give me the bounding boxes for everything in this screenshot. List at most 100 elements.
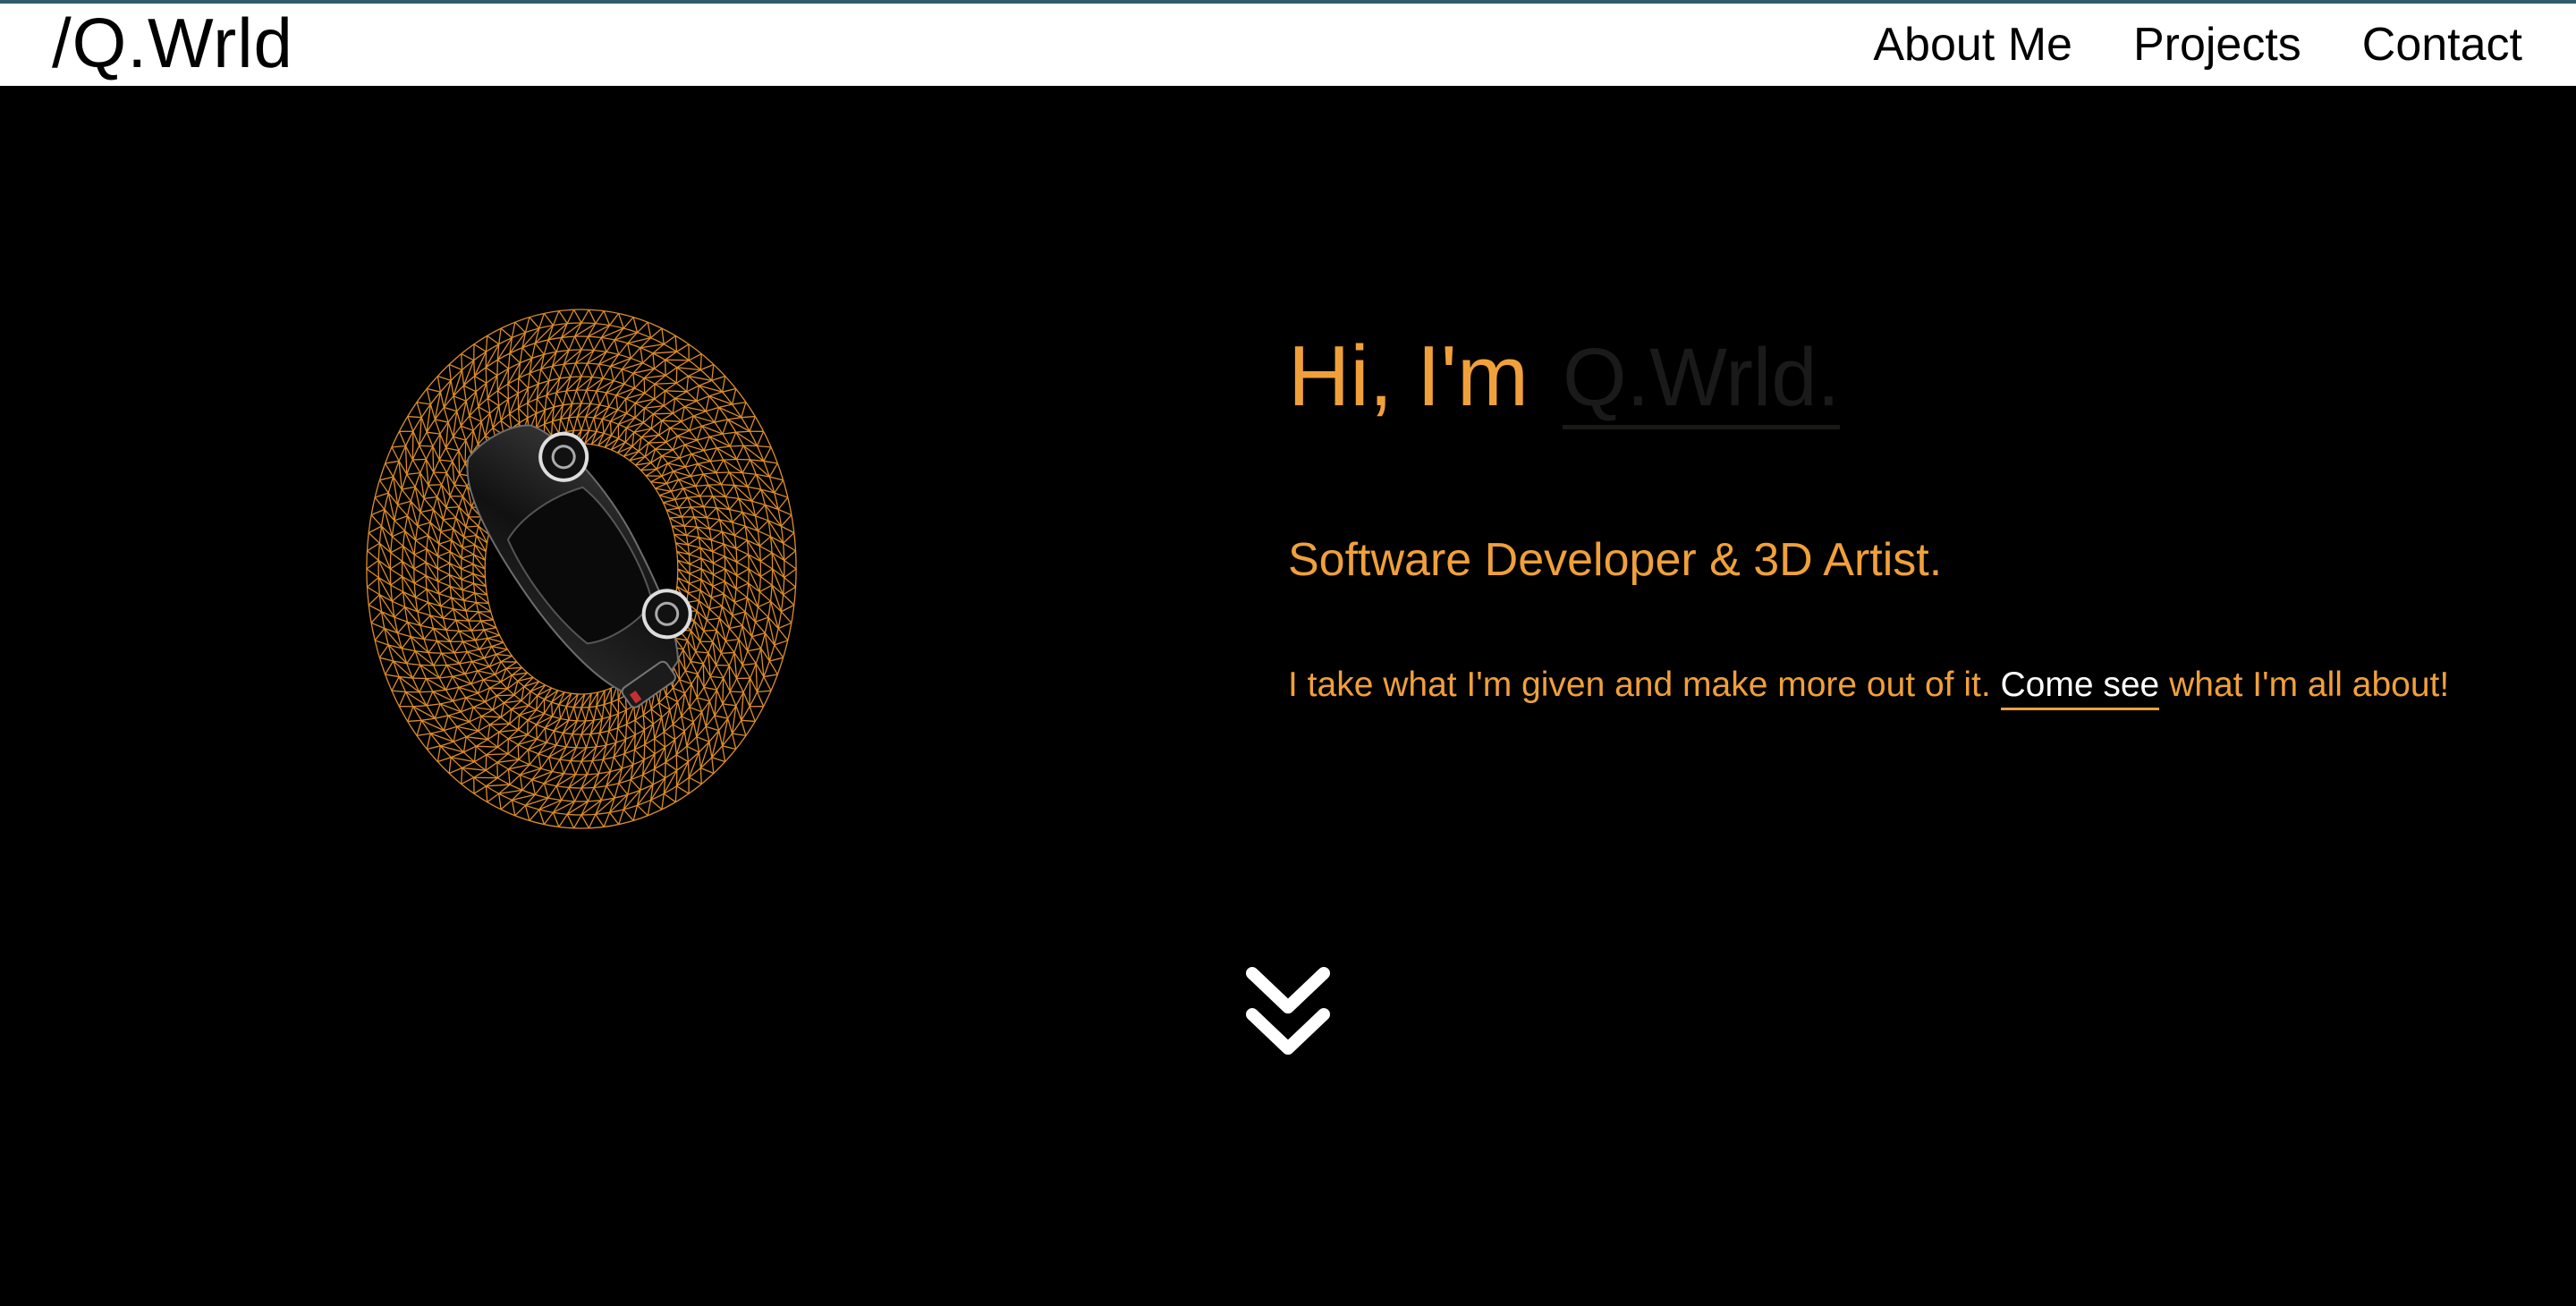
wireframe-edge (747, 473, 757, 488)
wireframe-edge (465, 401, 470, 417)
wireframe-edge (435, 419, 449, 423)
wireframe-edge (661, 420, 682, 422)
wireframe-edge (727, 717, 733, 734)
wireframe-edge (613, 369, 623, 382)
wireframe-edge (742, 691, 750, 708)
wireframe-edge (475, 391, 479, 407)
wireframe-edge (462, 582, 474, 591)
wireframe-edge (728, 665, 731, 692)
wireframe-edge (560, 706, 567, 719)
wireframe-edge (650, 327, 663, 339)
wireframe-edge (695, 484, 708, 488)
wireframe-edge (580, 734, 588, 749)
wireframe-edge (689, 563, 702, 570)
wireframe-edge (468, 611, 479, 622)
wireframe-edge (511, 800, 516, 816)
wireframe-edge (736, 574, 750, 584)
wireframe-edge (476, 745, 498, 748)
wireframe-edge (443, 608, 454, 619)
wireframe-edge (514, 321, 526, 334)
wireframe-edge (465, 610, 479, 613)
come-see-link[interactable]: Come see (2000, 666, 2160, 710)
wireframe-edge (749, 706, 756, 722)
wireframe-edge (519, 775, 523, 791)
wireframe-edge (445, 506, 460, 509)
wireframe-edge (705, 726, 710, 742)
wireframe-edge (687, 761, 690, 778)
wireframe-edge (686, 526, 698, 537)
wireframe-edge (585, 734, 591, 749)
wireframe-edge (697, 461, 711, 465)
wireframe-edge (440, 597, 453, 607)
wireframe-edge (548, 757, 554, 772)
wireframe-edge (459, 651, 468, 665)
wireframe-edge (673, 466, 686, 472)
wireframe-edge (703, 506, 717, 509)
wireframe-edge (661, 793, 665, 810)
wireframe-edge (774, 492, 789, 498)
wireframe-edge (412, 430, 420, 446)
wireframe-edge (436, 376, 442, 393)
wireframe-edge (696, 426, 703, 441)
wireframe-edge (729, 691, 737, 707)
wireframe-edge (497, 738, 509, 748)
wireframe-edge (735, 445, 744, 460)
wireframe-edge (461, 572, 474, 581)
wireframe-edge (553, 730, 557, 746)
wireframe-edge (769, 657, 784, 662)
wireframe-edge (587, 787, 595, 802)
wireframe-edge (689, 568, 702, 575)
wireframe-edge (575, 389, 582, 404)
wireframe-edge (609, 313, 620, 326)
wireframe-edge (531, 779, 536, 795)
wireframe-edge (706, 406, 719, 412)
nav-projects[interactable]: Projects (2133, 18, 2301, 72)
wireframe-edge (536, 699, 546, 711)
wireframe-edge (483, 674, 496, 681)
wireframe-edge (708, 391, 723, 397)
wireframe-edge (677, 429, 691, 437)
wireframe-edge (437, 555, 450, 564)
wireframe-edge (427, 703, 441, 707)
wireframe-edge (695, 650, 708, 654)
wireframe-edge (661, 328, 665, 344)
wireframe-edge (419, 624, 434, 630)
wireframe-edge (473, 746, 477, 762)
wireframe-edge (467, 649, 480, 653)
wireframe-edge (560, 419, 567, 432)
wireframe-edge (735, 705, 742, 721)
wireframe-edge (759, 576, 773, 586)
wireframe-edge (661, 717, 665, 733)
wireframe-edge (681, 506, 692, 518)
wireframe-edge (456, 411, 462, 427)
wireframe-edge (710, 597, 723, 607)
wireframe-edge (420, 417, 428, 433)
wireframe-edge (747, 648, 761, 652)
wireframe-edge (695, 651, 704, 665)
wireframe-edge (462, 736, 467, 752)
wireframe-edge (443, 519, 454, 530)
wireframe-edge (407, 706, 414, 722)
wireframe-edge (424, 496, 437, 499)
wireframe-edge (415, 597, 428, 603)
wireframe-edge (366, 559, 379, 570)
nav-about-me[interactable]: About Me (1873, 18, 2072, 72)
tagline-after: what I'm all about! (2159, 666, 2450, 704)
wireframe-edge (486, 746, 498, 756)
wireframe-edge (415, 588, 428, 598)
wireframe-edge (754, 504, 766, 517)
wireframe-edge (401, 488, 411, 502)
wireframe-edge (433, 652, 443, 666)
nav-contact[interactable]: Contact (2362, 18, 2522, 72)
wireframe-edge (487, 398, 491, 414)
wireframe-edge (703, 629, 717, 632)
wireframe-edge (461, 563, 474, 570)
brand-logo[interactable]: /Q.Wrld (52, 8, 293, 78)
wireframe-edge (432, 445, 440, 461)
wireframe-edge (688, 589, 701, 594)
wireframe-edge (500, 799, 513, 810)
wireframe-edge (674, 739, 677, 755)
wireframe-edge (419, 691, 433, 693)
double-chevron-down-icon[interactable] (1243, 963, 1333, 1061)
wireframe-edge (595, 310, 605, 325)
